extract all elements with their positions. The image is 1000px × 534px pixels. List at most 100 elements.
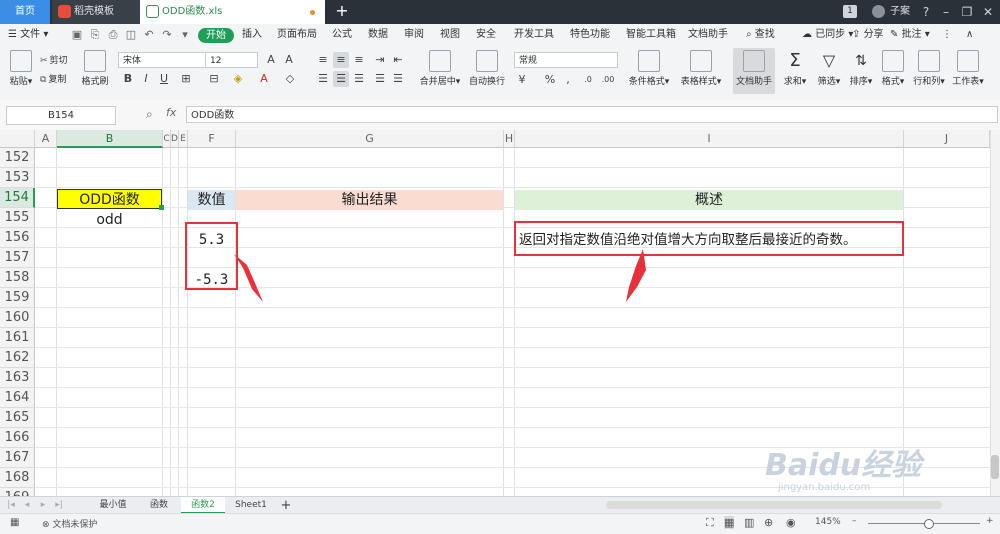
vertical-scrollbar[interactable] (990, 130, 1000, 496)
currency-icon[interactable]: ¥ (514, 72, 530, 88)
menu-insert[interactable]: 插入 (242, 24, 262, 46)
menu-view[interactable]: 视图 (440, 24, 460, 46)
percent-icon[interactable]: % (542, 72, 558, 88)
clear-icon[interactable]: ◇ (282, 71, 298, 87)
menu-start[interactable]: 开始 (198, 28, 234, 43)
page-count-badge[interactable]: 1 (843, 5, 857, 18)
print-icon[interactable]: ⎙ (106, 28, 120, 42)
align-middle-icon[interactable]: ≡ (333, 52, 349, 68)
close-icon[interactable]: ✕ (976, 0, 1000, 24)
protect-status[interactable]: ⊗ 文档未保护 (42, 517, 97, 530)
add-sheet-button[interactable]: + (278, 497, 294, 514)
fill-icon[interactable]: ⊟ (206, 71, 222, 87)
rows-cols-button[interactable]: 行和列▾ (911, 48, 947, 87)
next-sheet-icon[interactable]: ▸ (36, 497, 50, 514)
align-center-icon[interactable]: ☰ (333, 71, 349, 87)
increase-decimal-icon[interactable]: .0 (580, 72, 596, 88)
sheet-tab-func[interactable]: 函数 (140, 497, 178, 514)
decrease-decimal-icon[interactable]: .00 (600, 72, 616, 88)
conditional-format-button[interactable]: 条件格式▾ (626, 48, 672, 87)
menu-formula[interactable]: 公式 (332, 24, 352, 46)
share-button[interactable]: ⇪ 分享 (852, 24, 884, 46)
search-button[interactable]: ⌕ 查找 (746, 24, 775, 46)
file-menu[interactable]: ☰ 文件 ▾ (8, 24, 48, 46)
zoom-in-icon[interactable]: + (986, 516, 994, 526)
more-menu-icon[interactable]: ⋮ (942, 24, 952, 46)
sync-button[interactable]: ☁ 已同步 ▾ (802, 24, 853, 46)
print-preview-icon[interactable]: ◫ (124, 28, 138, 42)
user-name[interactable]: 子案 (890, 0, 910, 24)
font-color-icon[interactable]: A (256, 71, 272, 87)
border-icon[interactable]: ⊞ (178, 71, 194, 87)
doc-assistant-button[interactable]: 文档助手 (733, 48, 775, 94)
menu-smart-toolbox[interactable]: 智能工具箱 (626, 24, 676, 46)
align-left-icon[interactable]: ☰ (315, 71, 331, 87)
worksheet-button[interactable]: 工作表▾ (950, 48, 986, 87)
export-icon[interactable]: ⎘ (88, 28, 102, 42)
distribute-icon[interactable]: ☰ (390, 71, 406, 87)
align-top-icon[interactable]: ≡ (315, 52, 331, 68)
macro-icon[interactable]: ▦ (10, 517, 19, 528)
decrease-font-icon[interactable]: A (281, 52, 297, 68)
save-icon[interactable]: ▣ (70, 28, 84, 42)
align-bottom-icon[interactable]: ≡ (351, 52, 367, 68)
menu-data[interactable]: 数据 (368, 24, 388, 46)
menu-security[interactable]: 安全 (476, 24, 496, 46)
zoom-level[interactable]: 145% (815, 517, 841, 527)
tab-file[interactable]: ODD函数.xls (140, 0, 325, 24)
more-icon[interactable]: ▾ (178, 28, 192, 42)
zoom-slider-thumb[interactable] (924, 519, 934, 529)
tab-home[interactable]: 首页 (0, 0, 50, 24)
eye-protect-icon[interactable]: ◉ (786, 516, 796, 529)
merge-center-button[interactable]: 合并居中▾ (414, 48, 466, 87)
fit-icon[interactable]: ⛶ (706, 516, 714, 530)
copy-button[interactable]: ⧉ 复制 (40, 72, 66, 88)
number-format-select[interactable]: 常规 (514, 52, 618, 68)
menu-page-layout[interactable]: 页面布局 (277, 24, 317, 46)
table-style-button[interactable]: 表格样式▾ (676, 48, 726, 87)
sum-button[interactable]: Σ 求和▾ (780, 48, 810, 87)
page-break-icon[interactable]: ⊕ (764, 516, 773, 529)
collapse-ribbon-icon[interactable]: ∧ (966, 24, 973, 46)
page-layout-icon[interactable]: ▥ (744, 516, 754, 529)
vertical-scroll-thumb[interactable] (991, 455, 999, 479)
zoom-out-icon[interactable]: – (852, 516, 857, 526)
increase-font-icon[interactable]: A (263, 52, 279, 68)
underline-icon[interactable]: U (156, 71, 172, 87)
formula-input[interactable]: ODD函数 (186, 106, 998, 123)
name-box[interactable]: B154 (6, 106, 116, 125)
tab-template[interactable]: 稻壳模板 (52, 0, 140, 24)
sheet-tab-func2[interactable]: 函数2 (181, 497, 225, 514)
sort-button[interactable]: ⇅ 排序▾ (846, 48, 876, 87)
sheet-tab-min[interactable]: 最小值 (89, 497, 137, 514)
fill-color-icon[interactable]: ◈ (230, 71, 246, 87)
format-button[interactable]: 格式▾ (878, 48, 908, 87)
bold-icon[interactable]: B (120, 71, 136, 87)
sheet-tab-sheet1[interactable]: Sheet1 (228, 497, 274, 514)
thousands-icon[interactable]: , (560, 72, 576, 88)
font-size-select[interactable]: 12 (205, 52, 258, 68)
wrap-text-button[interactable]: 自动换行 (466, 48, 508, 87)
new-tab-button[interactable]: + (332, 0, 352, 24)
normal-view-icon[interactable]: ▦ (724, 516, 735, 529)
italic-icon[interactable]: I (138, 71, 154, 87)
format-painter-button[interactable]: 格式刷 (80, 48, 110, 87)
menu-developer[interactable]: 开发工具 (514, 24, 554, 46)
outdent-icon[interactable]: ⇤ (390, 52, 406, 68)
redo-icon[interactable]: ↷ (160, 28, 174, 42)
comment-button[interactable]: ✎ 批注 ▾ (890, 24, 930, 46)
indent-icon[interactable]: ⇥ (372, 52, 388, 68)
first-sheet-icon[interactable]: |◂ (4, 497, 18, 514)
last-sheet-icon[interactable]: ▸| (52, 497, 66, 514)
align-right-icon[interactable]: ☰ (351, 71, 367, 87)
fx-icon[interactable]: fx (166, 106, 176, 119)
filter-button[interactable]: ▽ 筛选▾ (814, 48, 844, 87)
paste-button[interactable]: 粘贴▾ (6, 48, 36, 87)
menu-doc-assistant[interactable]: 文档助手 (688, 24, 728, 46)
undo-icon[interactable]: ↶ (142, 28, 156, 42)
avatar[interactable] (872, 5, 885, 18)
cut-button[interactable]: ✂ 剪切 (40, 53, 68, 69)
zoom-formula-icon[interactable]: ⌕ (146, 107, 153, 122)
justify-icon[interactable]: ☰ (372, 71, 388, 87)
horizontal-scrollbar[interactable] (606, 501, 942, 509)
